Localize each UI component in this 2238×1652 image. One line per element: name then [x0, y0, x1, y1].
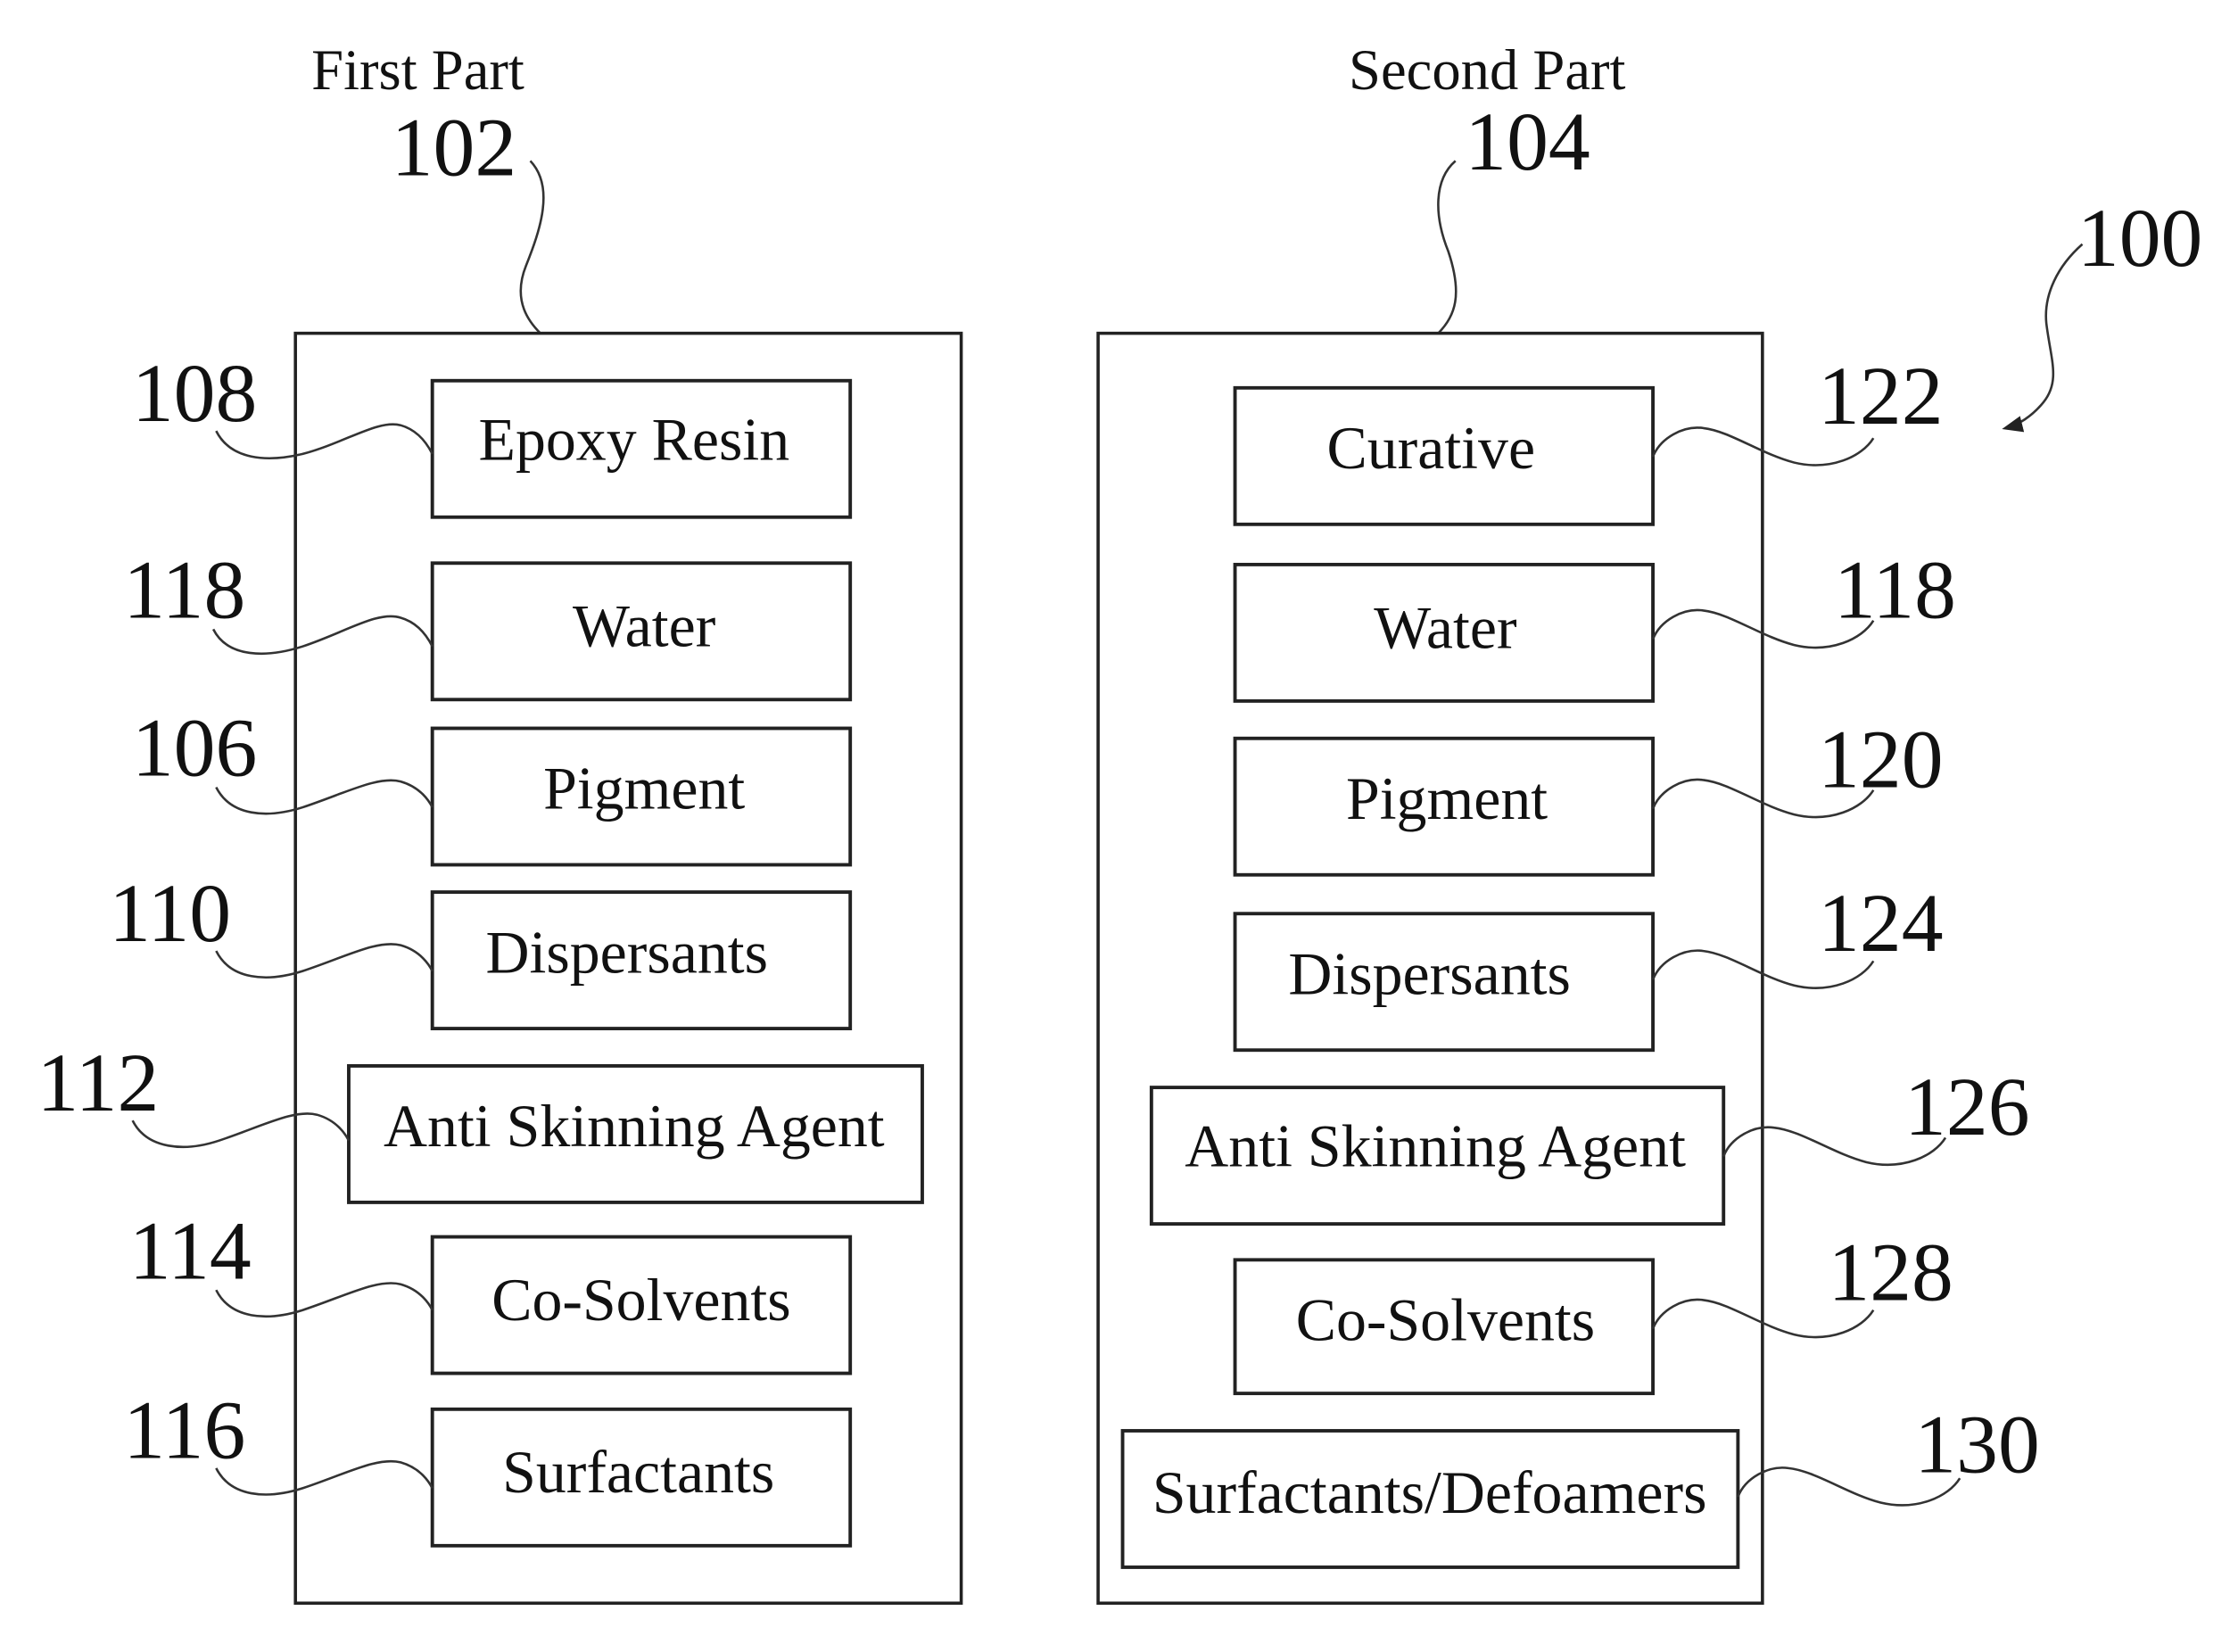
- item-label: Anti Skinning Agent: [1185, 1113, 1686, 1180]
- first-part-title: First Part: [311, 38, 524, 102]
- first-part-item-water: Water 118: [123, 545, 853, 702]
- item-ref: 108: [132, 348, 258, 440]
- item-ref: 130: [1914, 1400, 2040, 1491]
- item-label: Surfactants/Defoamers: [1152, 1459, 1707, 1526]
- item-label: Co-Solvents: [491, 1267, 790, 1334]
- item-ref: 126: [1904, 1061, 2030, 1153]
- item-leader-line: [215, 1459, 434, 1496]
- second-part-item-anti-skinning-agent: Anti Skinning Agent 126: [1149, 1061, 2030, 1227]
- first-part-item-epoxy-resin: Epoxy Resin 108: [132, 348, 853, 519]
- item-label: Surfactants: [502, 1439, 774, 1506]
- item-ref: 116: [123, 1385, 245, 1477]
- item-label: Co-Solvents: [1296, 1287, 1595, 1354]
- item-leader-line: [131, 1112, 351, 1149]
- item-ref: 120: [1818, 714, 1944, 806]
- item-leader-line: [215, 943, 434, 979]
- second-part-ref: 104: [1465, 96, 1590, 188]
- item-ref: 118: [123, 545, 245, 637]
- second-part-item-curative: Curative 122: [1233, 351, 1944, 526]
- item-ref: 122: [1818, 351, 1944, 442]
- first-part-ref: 102: [392, 103, 517, 194]
- first-part-item-dispersants: Dispersants 110: [109, 868, 853, 1031]
- figure-ref-number: 100: [2077, 193, 2203, 285]
- item-label: Dispersants: [485, 919, 768, 986]
- second-part-item-pigment: Pigment 120: [1233, 714, 1944, 877]
- item-label: Pigment: [1346, 765, 1548, 832]
- second-part-title: Second Part: [1349, 38, 1626, 102]
- second-part-item-water: Water 118: [1233, 545, 1956, 703]
- second-part: Second Part 104 Curative 122 Water 118 P…: [1096, 38, 2040, 1606]
- second-part-item-co-solvents: Co-Solvents 128: [1233, 1227, 1953, 1396]
- first-part-item-pigment: Pigment 106: [132, 703, 853, 867]
- item-ref: 112: [37, 1037, 159, 1129]
- item-ref: 128: [1828, 1227, 1953, 1319]
- second-part-item-surfactants-defoamers: Surfactants/Defoamers 130: [1120, 1400, 2040, 1569]
- first-part-leader-line: [519, 160, 545, 335]
- first-part: First Part 102 Epoxy Resin 108 Water 118…: [37, 38, 963, 1606]
- item-label: Water: [1374, 594, 1516, 661]
- figure-ref-arrow-icon: [2002, 243, 2084, 433]
- item-ref: 124: [1818, 878, 1944, 970]
- item-ref: 110: [109, 868, 231, 960]
- item-ref: 114: [129, 1205, 252, 1297]
- first-part-item-surfactants: Surfactants 116: [123, 1385, 853, 1548]
- item-label: Water: [573, 593, 715, 660]
- composition-diagram: First Part 102 Epoxy Resin 108 Water 118…: [37, 38, 2203, 1606]
- second-part-leader-line: [1437, 160, 1458, 335]
- item-label: Curative: [1326, 415, 1535, 482]
- first-part-item-co-solvents: Co-Solvents 114: [129, 1205, 853, 1375]
- item-label: Epoxy Resin: [479, 406, 790, 473]
- item-leader-line: [211, 615, 434, 655]
- item-ref: 118: [1834, 545, 1956, 637]
- item-label: Dispersants: [1288, 941, 1571, 1008]
- item-label: Anti Skinning Agent: [384, 1093, 885, 1160]
- figure-reference: 100: [2002, 193, 2203, 433]
- item-label: Pigment: [543, 756, 745, 822]
- second-part-item-dispersants: Dispersants 124: [1233, 878, 1944, 1053]
- item-ref: 106: [132, 703, 258, 795]
- first-part-item-anti-skinning-agent: Anti Skinning Agent 112: [37, 1037, 924, 1204]
